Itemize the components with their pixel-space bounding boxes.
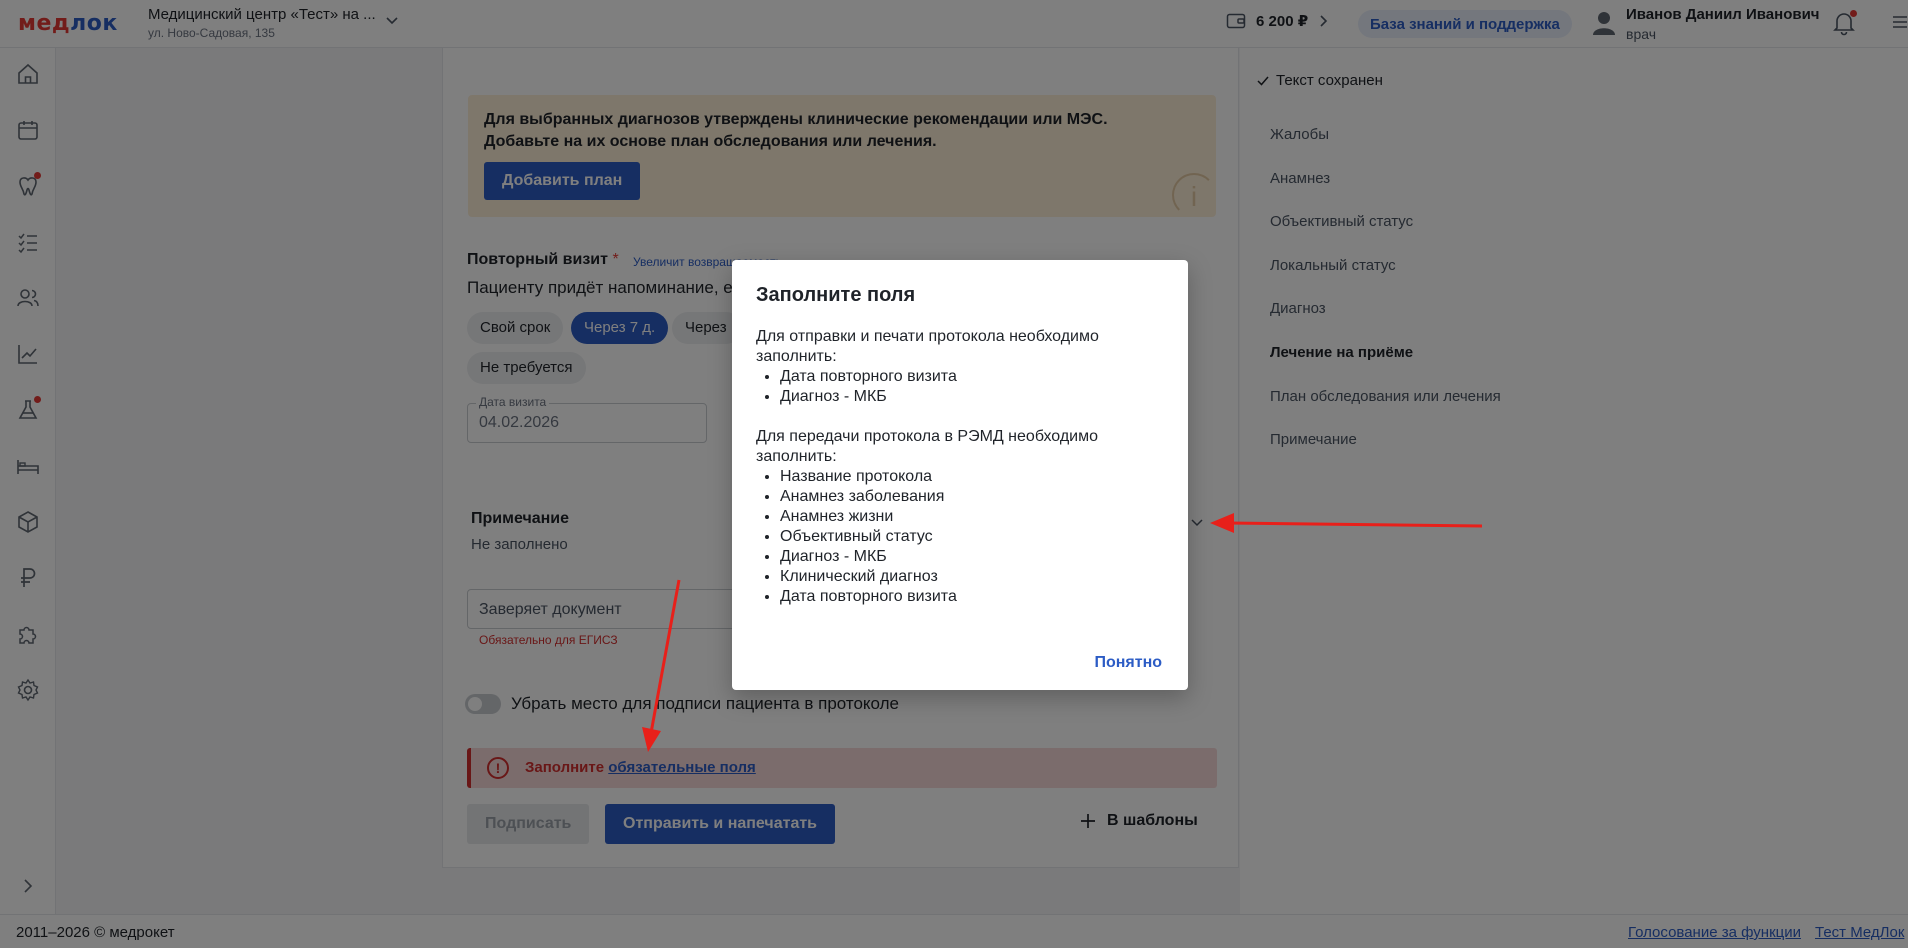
dialog-para-send: Для отправки и печати протокола необходи…	[756, 328, 1099, 365]
required-fields-dialog: Заполните поля Для отправки и печати про…	[732, 260, 1188, 690]
dialog-list-send: Дата повторного визита Диагноз - МКБ	[780, 367, 1164, 407]
list-item: Анамнез заболевания	[780, 487, 1164, 507]
list-item: Название протокола	[780, 467, 1164, 487]
list-item: Объективный статус	[780, 527, 1164, 547]
dialog-list-remd: Название протокола Анамнез заболевания А…	[780, 467, 1164, 607]
list-item: Дата повторного визита	[780, 587, 1164, 607]
dialog-ok-button[interactable]: Понятно	[1094, 654, 1162, 672]
dialog-title: Заполните поля	[756, 284, 916, 306]
list-item: Клинический диагноз	[780, 567, 1164, 587]
list-item: Диагноз - МКБ	[780, 547, 1164, 567]
list-item: Диагноз - МКБ	[780, 387, 1164, 407]
list-item: Дата повторного визита	[780, 367, 1164, 387]
dialog-para-remd: Для передачи протокола в РЭМД необходимо…	[756, 428, 1098, 465]
list-item: Анамнез жизни	[780, 507, 1164, 527]
